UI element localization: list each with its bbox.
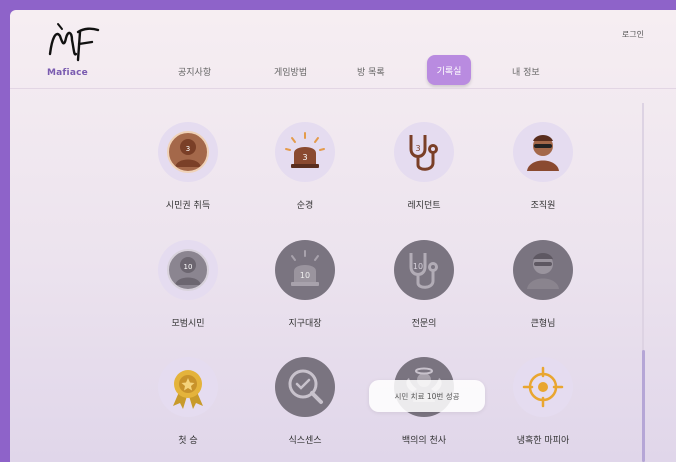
achievement-badge: 3 [158,122,218,182]
achievement-badge [513,122,573,182]
citizen-icon: 3 [167,131,209,173]
nav-how-to-play[interactable]: 게임방법 [274,65,307,78]
achievement-badge: 3 [275,122,335,182]
achievement-badge [513,357,573,417]
achievement-label: 전문의 [411,319,437,329]
mafia-boss-icon [527,253,559,289]
nav-notice[interactable]: 공지사항 [178,65,211,78]
achievement-label: 순경 [296,201,314,211]
nav-records[interactable]: 기록실 [427,55,471,85]
medal-icon [173,370,203,409]
achievement-badge: 10 [394,240,454,300]
siren-icon: 10 [291,250,319,286]
achievement-badge: 3 [394,122,454,182]
achievement-badge [158,357,218,417]
stethoscope-icon: 3 [409,135,438,171]
nav-my-info[interactable]: 내 정보 [512,65,540,78]
achievement-label: 조직원 [530,201,556,211]
stethoscope-icon: 10 [409,253,438,289]
scrollbar-thumb[interactable] [642,350,645,462]
achievement-label: 시민권 취득 [165,201,211,211]
mafia-member-icon [527,135,559,171]
achievement-label: 큰형님 [530,319,556,329]
badge-number: 10 [184,263,193,271]
crosshair-icon [522,366,564,408]
achievement-label: 첫 승 [178,436,198,446]
achievement-tooltip: 시민 치료 10번 성공 [369,380,485,412]
achievement-badge: 10 [158,240,218,300]
top-nav: 공지사항 게임방법 방 목록 기록실 내 정보 [10,55,676,88]
badge-number: 3 [415,144,420,153]
header-divider [10,88,676,89]
achievement-label: 레지던트 [407,201,441,211]
badge-number: 10 [413,262,423,271]
achievement-label: 모범시민 [171,319,205,329]
achievement-badge: 10 [275,240,335,300]
achievement-label: 식스센스 [288,436,322,446]
magnifier-check-icon [288,369,323,404]
login-link[interactable]: 로그인 [622,29,644,40]
app-frame: Mafiace 로그인 공지사항 게임방법 방 목록 기록실 내 정보 3 시민… [10,10,676,462]
achievement-label: 냉혹한 마피아 [516,436,570,446]
badge-number: 3 [302,153,307,162]
achievement-label: 백의의 천사 [401,436,447,446]
badge-number: 10 [300,271,310,280]
badge-number: 3 [186,145,190,153]
siren-icon: 3 [285,132,325,168]
citizen-icon: 10 [167,249,209,291]
achievement-label: 지구대장 [288,319,322,329]
achievement-badge [275,357,335,417]
achievement-badge [513,240,573,300]
nav-room-list[interactable]: 방 목록 [357,65,385,78]
